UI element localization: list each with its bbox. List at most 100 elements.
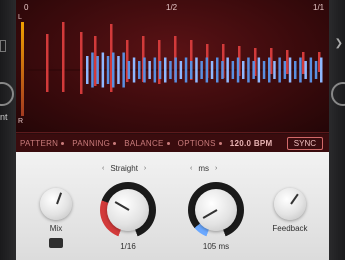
panning-label: PANNING <box>72 138 111 148</box>
red-tap <box>286 50 289 74</box>
blue-tap <box>127 61 131 79</box>
controls-panel: ‹ Straight › ‹ ms › Mix 1/16 105 ms Feed… <box>16 152 329 260</box>
blue-tap <box>86 56 89 84</box>
blue-tap <box>179 61 183 79</box>
blue-tap <box>117 56 120 84</box>
echo-graph <box>28 22 324 94</box>
host-left-panel: nt <box>0 0 16 260</box>
blue-tap <box>247 57 250 83</box>
blue-tap <box>190 61 193 79</box>
dropdown-dot-icon <box>113 141 117 145</box>
ruler-start: 0 <box>24 3 29 12</box>
blue-tap <box>257 57 261 83</box>
time-knob-value: 1/16 <box>120 242 136 251</box>
blue-tap <box>314 61 318 79</box>
dropdown-dot-icon <box>61 141 65 145</box>
ms-knob-value: 105 ms <box>202 242 230 251</box>
feedback-knob[interactable] <box>274 188 306 220</box>
time-knob-pointer <box>114 201 130 211</box>
mix-label: Mix <box>49 224 63 233</box>
blue-tap <box>273 61 276 79</box>
blue-tap <box>299 57 302 83</box>
feedback-label: Feedback <box>272 224 308 233</box>
blue-tap <box>158 61 162 79</box>
time-knob[interactable] <box>107 189 149 231</box>
blue-tap <box>143 57 146 83</box>
dropdown-dot-icon <box>218 141 222 145</box>
blue-tap <box>148 61 151 79</box>
panning-menu[interactable]: PANNING <box>68 139 120 148</box>
red-tap <box>46 34 49 92</box>
time-ruler: 0 1/2 1/1 <box>16 0 329 14</box>
blue-tap <box>174 57 177 83</box>
blue-tap <box>200 61 203 79</box>
blue-tap <box>320 57 323 83</box>
blue-tap <box>96 56 99 84</box>
ms-knob-pointer <box>202 209 218 219</box>
blue-tap <box>112 52 115 88</box>
lock-icon[interactable] <box>49 238 63 248</box>
blue-tap <box>153 57 157 83</box>
pattern-display[interactable]: 0 1/2 1/1 L R <box>16 0 329 133</box>
arrow-right-icon[interactable]: › <box>215 165 217 172</box>
chevron-right-icon[interactable]: ❯ <box>335 38 343 49</box>
unit-selector-value: ms <box>198 163 210 173</box>
blue-tap <box>184 57 188 83</box>
blue-tap <box>101 52 105 88</box>
ms-knob[interactable] <box>195 189 237 231</box>
channel-left-label: L <box>18 14 22 21</box>
blue-tap <box>210 61 214 79</box>
sync-button[interactable]: SYNC <box>286 136 323 150</box>
arrow-right-icon[interactable]: › <box>144 165 146 172</box>
unit-selector[interactable]: ‹ ms › <box>190 162 217 174</box>
blue-tap <box>242 61 245 79</box>
blue-tap <box>283 61 287 79</box>
options-bar: PATTERN PANNING BALANCE OPTIONS 120.0 BP… <box>16 134 329 152</box>
echo-pattern[interactable] <box>28 14 324 126</box>
blue-tap <box>252 61 255 79</box>
options-label: OPTIONS <box>177 138 216 148</box>
dropdown-dot-icon <box>166 141 170 145</box>
blue-tap <box>262 61 266 79</box>
host-right-knob[interactable] <box>331 82 345 106</box>
red-tap <box>302 52 305 74</box>
blue-tap <box>138 61 141 79</box>
mix-knob-pointer <box>56 192 63 205</box>
delay-plugin: 0 1/2 1/1 L R PATTERN PANNING BALANCE OP… <box>16 0 329 260</box>
blue-tap <box>216 57 219 83</box>
red-tap <box>94 36 97 86</box>
arrow-left-icon[interactable]: ‹ <box>102 165 104 172</box>
options-menu[interactable]: OPTIONS <box>174 139 226 148</box>
pattern-menu[interactable]: PATTERN <box>16 139 68 148</box>
host-left-label: nt <box>0 112 8 122</box>
blue-tap <box>236 57 240 83</box>
blue-tap <box>91 52 94 88</box>
balance-menu[interactable]: BALANCE <box>120 139 173 148</box>
blue-tap <box>122 52 125 88</box>
blue-tap <box>304 61 307 79</box>
blue-tap <box>164 57 167 83</box>
blue-tap <box>231 61 235 79</box>
host-right-panel: ❯ <box>329 0 345 260</box>
blue-tap <box>226 57 229 83</box>
blue-tap <box>106 56 110 84</box>
balance-label: BALANCE <box>124 138 164 148</box>
red-tap <box>62 22 65 92</box>
level-bar <box>21 22 24 116</box>
host-left-knob[interactable] <box>0 82 14 106</box>
ruler-half: 1/2 <box>166 3 178 12</box>
blue-tap <box>309 57 313 83</box>
feedback-knob-pointer <box>290 193 299 205</box>
arrow-left-icon[interactable]: ‹ <box>190 165 192 172</box>
mix-knob[interactable] <box>40 188 72 220</box>
red-tap <box>80 32 83 94</box>
host-left-square-icon <box>0 40 6 52</box>
blue-tap <box>195 57 198 83</box>
bpm-display[interactable]: 120.0 BPM <box>226 139 277 148</box>
mode-selector[interactable]: ‹ Straight › <box>102 162 146 174</box>
mode-selector-value: Straight <box>110 163 138 173</box>
blue-tap <box>169 61 172 79</box>
blue-tap <box>132 57 136 83</box>
blue-tap <box>294 61 297 79</box>
ruler-end: 1/1 <box>313 3 325 12</box>
